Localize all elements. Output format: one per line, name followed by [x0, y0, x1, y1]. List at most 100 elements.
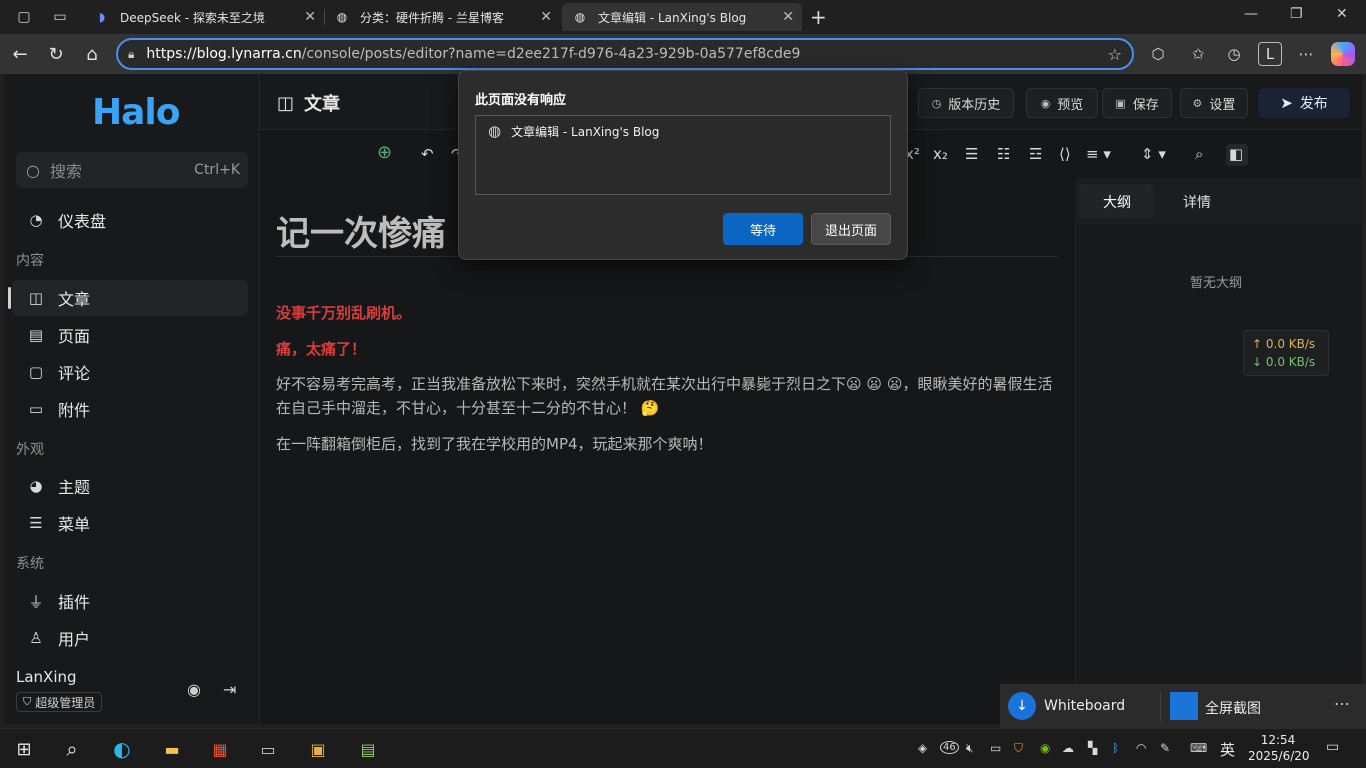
pages-icon: ▤ — [28, 326, 44, 344]
edge-icon[interactable]: ◐ — [110, 737, 134, 761]
new-tab-icon[interactable]: + — [810, 5, 827, 29]
search-icon: ○ — [26, 160, 40, 180]
paragraph-2: 在一阵翻箱倒柜后，找到了我在学校用的MP4，玩起来那个爽呐！ — [276, 435, 713, 453]
sidebar-item-posts[interactable]: ◫ 文章 — [12, 280, 248, 316]
find-replace-icon[interactable]: ⌕ — [1195, 145, 1203, 163]
line-height-icon[interactable]: ⇕ ▾ — [1141, 145, 1166, 163]
sidebar-item-menus[interactable]: ☰ 菜单 — [12, 505, 248, 541]
tab-category[interactable]: ◍ 分类：硬件折腾 - 兰星博客 ✕ — [324, 3, 560, 31]
profile-circle-icon[interactable]: ◉ — [187, 680, 201, 699]
back-icon[interactable]: ← — [8, 42, 32, 66]
add-block-icon[interactable]: ⊕ — [377, 142, 392, 163]
workspaces-icon[interactable]: ▢ — [12, 5, 36, 29]
send-icon: ➤ — [1280, 94, 1293, 112]
bullet-list-icon[interactable]: ☰ — [965, 145, 978, 163]
home-icon[interactable]: ⌂ — [80, 42, 104, 66]
shield-icon: ⛉ — [23, 695, 32, 708]
ime-indicator[interactable]: 英 — [1220, 739, 1235, 760]
window-close-icon[interactable]: ✕ — [1336, 6, 1348, 22]
more-menu-icon[interactable]: ⋯ — [1294, 42, 1318, 66]
restore-icon[interactable]: ❐ — [1290, 6, 1303, 22]
tab-outline[interactable]: 大纲 — [1103, 192, 1131, 212]
tab-actions-icon[interactable]: ▭ — [48, 5, 72, 29]
wifi-icon[interactable]: ◠ — [1136, 741, 1146, 755]
refresh-icon[interactable]: ↻ — [44, 42, 68, 66]
align-icon[interactable]: ≡ ▾ — [1086, 145, 1111, 163]
security-icon[interactable]: ▚ — [1088, 741, 1097, 755]
android-app-icon[interactable]: ▤ — [356, 737, 380, 761]
preview-button[interactable]: ◉ 预览 — [1026, 88, 1098, 118]
favorites-icon[interactable]: ✩ — [1186, 42, 1210, 66]
whiteboard-label[interactable]: Whiteboard — [1044, 698, 1125, 714]
upload-speed: ↑ 0.0 KB/s — [1252, 337, 1316, 351]
ordered-list-icon[interactable]: ☷ — [997, 145, 1010, 163]
version-history-button[interactable]: ◷ 版本历史 — [918, 88, 1014, 118]
settings-button[interactable]: ⚙ 设置 — [1180, 88, 1248, 118]
task-list-icon[interactable]: ☲ — [1029, 145, 1042, 163]
download-icon[interactable]: ↓ — [1008, 692, 1036, 720]
extensions-icon[interactable]: ⬡ — [1146, 42, 1170, 66]
pen-icon[interactable]: ✎ — [1160, 741, 1170, 755]
section-system: 系统 — [16, 556, 44, 572]
publish-button[interactable]: ➤ 发布 — [1258, 88, 1350, 118]
lock-icon[interactable]: 🔒︎ — [128, 47, 134, 62]
sidebar-item-plugins[interactable]: ⏚ 插件 — [12, 583, 248, 619]
close-tab-icon[interactable]: ✕ — [540, 9, 552, 25]
bluetooth-icon[interactable]: ᛒ — [1112, 741, 1119, 755]
notification-icon[interactable]: ▭ — [1326, 739, 1339, 755]
clock[interactable]: 12:54 2025/6/20 — [1248, 732, 1310, 764]
tray-app-icon[interactable]: ◈ — [918, 741, 927, 755]
minimize-icon[interactable]: — — [1244, 6, 1258, 22]
sidebar-item-users[interactable]: ♙ 用户 — [12, 620, 248, 656]
search-box[interactable]: ○ 搜索 Ctrl+K — [16, 152, 248, 188]
exit-page-button[interactable]: 退出页面 — [811, 213, 891, 245]
download-speed: ↓ 0.0 KB/s — [1252, 355, 1316, 369]
mute-icon[interactable]: 🔇︎ — [966, 741, 974, 756]
address-bar[interactable]: 🔒︎ https://blog.lynarra.cn /console/post… — [116, 38, 1134, 70]
battery-icon[interactable]: ▭ — [990, 741, 1001, 755]
undo-icon[interactable]: ↶ — [421, 145, 434, 163]
sidebar-item-comments[interactable]: ▢ 评论 — [12, 354, 248, 390]
copilot-icon[interactable] — [1331, 42, 1355, 66]
terminal-icon[interactable]: ▭ — [256, 737, 280, 761]
shield-icon[interactable]: ⛉ — [1014, 741, 1023, 756]
profile-icon[interactable]: L — [1258, 42, 1282, 66]
clock-time: 12:54 — [1260, 733, 1296, 747]
sidebar-item-dashboard[interactable]: ◔ 仪表盘 — [12, 202, 248, 238]
keyboard-icon[interactable]: ⌨ — [1190, 741, 1207, 755]
app-icon[interactable]: ▣ — [306, 737, 330, 761]
section-appearance: 外观 — [16, 442, 44, 458]
url-path: /console/posts/editor?name=d2ee217f-d976… — [301, 46, 801, 62]
save-button[interactable]: ▣ 保存 — [1102, 88, 1172, 118]
fullscreen-snip-label[interactable]: 全屏截图 — [1205, 698, 1261, 718]
sidebar-item-attachments[interactable]: ▭ 附件 — [12, 391, 248, 427]
logout-icon[interactable]: ⇥ — [223, 680, 236, 699]
wait-button[interactable]: 等待 — [723, 213, 803, 245]
start-icon[interactable]: ⊞ — [12, 737, 36, 761]
tab-deepseek[interactable]: ◗ DeepSeek - 探索未至之境 ✕ — [84, 3, 324, 31]
dialog-page-item[interactable]: ◍ 文章编辑 - LanXing's Blog — [488, 122, 659, 140]
user-icon: ♙ — [29, 629, 43, 647]
history-icon[interactable]: ◷ — [1222, 42, 1246, 66]
fullscreen-snip-icon[interactable] — [1170, 692, 1198, 720]
file-explorer-icon[interactable]: ▬ — [160, 737, 184, 761]
subscript-icon[interactable]: x₂ — [933, 145, 948, 163]
nvidia-icon[interactable]: ◉ — [1040, 741, 1050, 755]
screen: ▢ ▭ ◗ DeepSeek - 探索未至之境 ✕ ◍ 分类：硬件折腾 - 兰星… — [0, 0, 1366, 768]
close-tab-icon[interactable]: ✕ — [782, 9, 794, 25]
tab-post-editor[interactable]: ◍ 文章编辑 - LanXing's Blog ✕ — [562, 3, 802, 31]
post-title[interactable]: 记一次惨痛 — [276, 206, 446, 255]
windows-taskbar: ⊞ ⌕ ◐ ▬ ▦ ▭ ▣ ▤ ◈ 46 🔇︎ ▭ ⛉ ◉ ☁ ▚ ᛒ ◠ ✎ … — [0, 728, 1366, 768]
sidebar-item-pages[interactable]: ▤ 页面 — [12, 317, 248, 353]
cloud-icon[interactable]: ☁ — [1062, 741, 1074, 755]
search-icon[interactable]: ⌕ — [60, 737, 84, 761]
sidebar-item-themes[interactable]: ◕ 主题 — [12, 468, 248, 504]
more-options-icon[interactable]: ⋯ — [1334, 694, 1350, 713]
tray-badge[interactable]: 46 — [940, 741, 959, 754]
tab-detail[interactable]: 详情 — [1183, 192, 1211, 212]
store-icon[interactable]: ▦ — [208, 737, 232, 761]
favorite-star-icon[interactable]: ☆ — [1108, 45, 1122, 64]
close-tab-icon[interactable]: ✕ — [304, 9, 316, 25]
code-block-icon[interactable]: ⟨⟩ — [1059, 145, 1071, 163]
folder-icon: ▭ — [28, 400, 44, 418]
